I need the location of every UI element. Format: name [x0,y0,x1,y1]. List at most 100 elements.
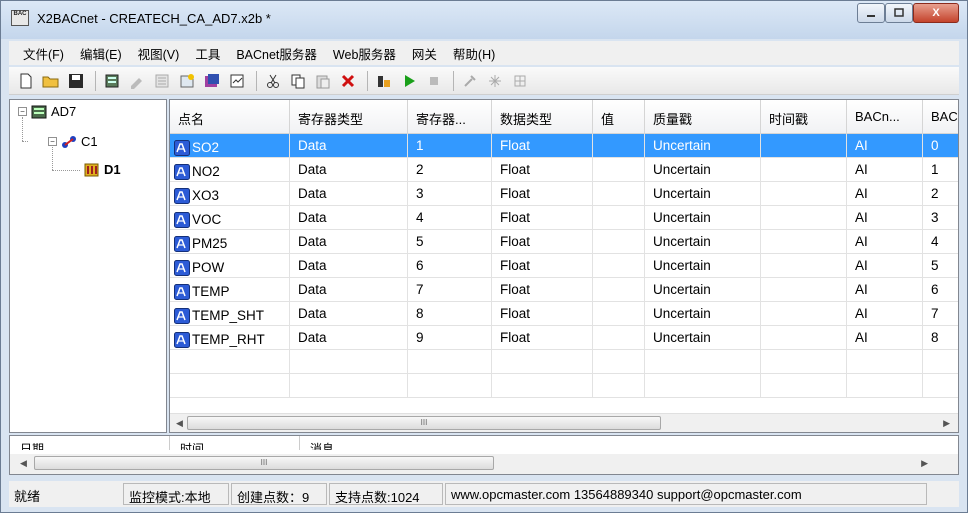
menu-tools[interactable]: 工具 [187,44,228,63]
open-button[interactable] [40,70,62,92]
cell-bacnet-instance [923,374,958,398]
tools-button[interactable] [459,70,481,92]
cell-timestamp [761,278,847,302]
table-row[interactable]: TEMP_SHT Data 8 Float Uncertain AI 7 [170,302,958,326]
column-header-quality[interactable]: 质量戳 [645,100,761,134]
run-button[interactable] [398,70,420,92]
scroll-thumb[interactable]: III [187,416,661,430]
app-window: BAC X2BACnet - CREATECH_CA_AD7.x2b * X 文… [0,0,968,513]
cell-value [593,230,645,254]
log-scroll-thumb[interactable]: III [34,456,494,470]
tree-node-d1[interactable]: D1 [84,162,121,177]
cell-bacnet-type [847,350,923,374]
scroll-right-icon[interactable]: ▶ [921,458,928,469]
menu-bacnet-server[interactable]: BACnet服务器 [228,44,325,63]
table-row-empty [170,374,958,398]
stop-button[interactable] [423,70,445,92]
paste-icon [316,75,330,88]
tag-button[interactable] [373,70,395,92]
column-header-register-type[interactable]: 寄存器类型 [290,100,408,134]
cell-point-name [170,374,290,398]
cell-bacnet-type: AI [847,326,923,350]
log-column-time[interactable]: 时间 [170,436,300,450]
copy-button[interactable] [287,70,309,92]
horizontal-scrollbar[interactable]: ◀ III ▶ [170,413,958,432]
cell-bacnet-type: AI [847,230,923,254]
column-header-name[interactable]: 点名 [170,100,290,134]
scroll-left-icon[interactable]: ◀ [20,458,27,469]
column-header-register[interactable]: 寄存器... [408,100,492,134]
device-group-icon [31,105,47,118]
point-icon [174,331,190,348]
table-row[interactable]: TEMP Data 7 Float Uncertain AI 6 [170,278,958,302]
cell-register: 9 [408,326,492,350]
minimize-button[interactable] [857,3,885,23]
point-icon [174,259,190,276]
window-controls: X [857,3,959,25]
collapse-toggle[interactable]: − [18,107,27,116]
column-header-data-type[interactable]: 数据类型 [492,100,593,134]
close-button[interactable]: X [913,3,959,23]
tree-node-label: AD7 [51,104,77,119]
cell-data-type: Float [492,158,593,182]
log-column-message[interactable]: 消息 [300,436,500,450]
list-button[interactable] [151,70,173,92]
network-disabled-button[interactable] [509,70,531,92]
cell-bacnet-instance: 2 [923,182,958,206]
point-name-label: POW [192,260,225,275]
cell-register-type: Data [290,230,408,254]
edit-button[interactable] [126,70,148,92]
table-row-empty [170,350,958,374]
table-row[interactable]: TEMP_RHT Data 9 Float Uncertain AI 8 [170,326,958,350]
save-button[interactable] [65,70,87,92]
maximize-button[interactable] [885,3,913,23]
cell-quality: Uncertain [645,206,761,230]
table-row[interactable]: XO3 Data 3 Float Uncertain AI 2 [170,182,958,206]
table-row[interactable]: VOC Data 4 Float Uncertain AI 3 [170,206,958,230]
column-header-value[interactable]: 值 [593,100,645,134]
cell-point-name: NO2 [170,158,290,182]
log-horizontal-scrollbar[interactable]: ◀ III ▶ [10,454,958,474]
import-button[interactable] [176,70,198,92]
column-header-timestamp[interactable]: 时间戳 [761,100,847,134]
cell-value [593,254,645,278]
menu-web-server[interactable]: Web服务器 [325,44,404,63]
title-bar: BAC X2BACnet - CREATECH_CA_AD7.x2b * X [1,1,967,39]
table-row[interactable]: PM25 Data 5 Float Uncertain AI 4 [170,230,958,254]
cell-bacnet-instance: 1 [923,158,958,182]
menu-edit[interactable]: 编辑(E) [72,44,130,63]
scroll-left-icon[interactable]: ◀ [176,418,183,429]
cell-point-name: TEMP_SHT [170,302,290,326]
cell-data-type: Float [492,254,593,278]
menu-gateway[interactable]: 网关 [404,44,445,63]
menu-help[interactable]: 帮助(H) [445,44,503,63]
table-row[interactable]: POW Data 6 Float Uncertain AI 5 [170,254,958,278]
scroll-right-icon[interactable]: ▶ [943,418,950,429]
tree-node-c1[interactable]: − C1 [48,134,98,149]
cell-quality [645,350,761,374]
new-file-button[interactable] [15,70,37,92]
column-header-bacnet-type[interactable]: BACn... [847,100,923,134]
cell-quality: Uncertain [645,158,761,182]
properties-button[interactable] [226,70,248,92]
tree-node-ad7[interactable]: − AD7 [18,104,76,119]
menu-file[interactable]: 文件(F) [15,44,72,63]
app-icon[interactable]: BAC [11,10,29,26]
log-column-date[interactable]: 日期 [10,436,170,450]
device-button[interactable] [101,70,123,92]
cell-bacnet-instance: 6 [923,278,958,302]
list-icon [155,74,169,87]
collapse-toggle[interactable]: − [48,137,57,146]
cut-button[interactable] [262,70,284,92]
menu-view[interactable]: 视图(V) [130,44,188,63]
table-row[interactable]: SO2 Data 1 Float Uncertain AI 0 [170,134,958,158]
cell-value [593,374,645,398]
tools-icon [464,74,476,87]
paste-button[interactable] [312,70,334,92]
device-config-button[interactable] [201,70,223,92]
copy-icon [291,74,305,88]
delete-button[interactable] [337,70,359,92]
column-header-bacnet-instance[interactable]: BAC [923,100,958,134]
table-row[interactable]: NO2 Data 2 Float Uncertain AI 1 [170,158,958,182]
network-button[interactable] [484,70,506,92]
